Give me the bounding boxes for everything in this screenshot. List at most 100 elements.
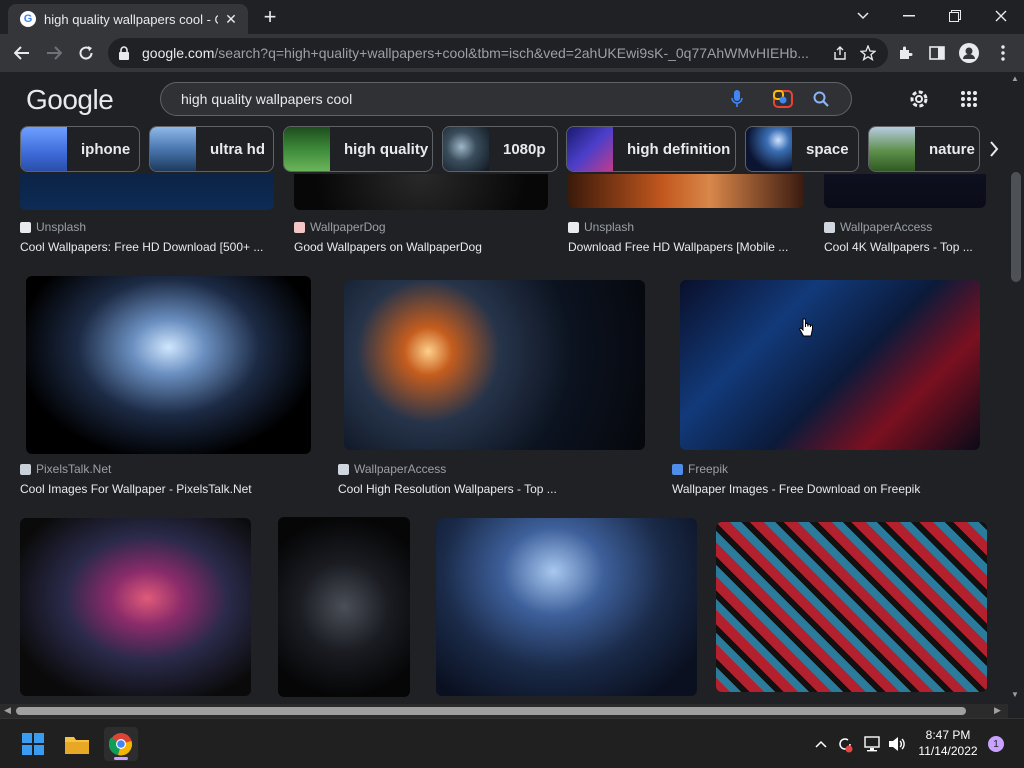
scroll-down-arrow-icon[interactable]: ▼ xyxy=(1011,690,1021,700)
result-image-warrior[interactable] xyxy=(436,518,697,696)
system-clock[interactable]: 8:47 PM 11/14/2022 xyxy=(912,727,984,759)
browser-tab[interactable]: G high quality wallpapers cool - Go ✕ xyxy=(8,4,248,34)
result-source[interactable]: WallpaperAccess xyxy=(824,220,932,234)
search-input[interactable]: high quality wallpapers cool xyxy=(181,91,721,107)
source-name: WallpaperAccess xyxy=(354,462,447,476)
file-explorer-icon[interactable] xyxy=(60,727,94,761)
result-source[interactable]: PixelsTalk.Net xyxy=(20,462,111,476)
network-icon[interactable] xyxy=(862,733,884,755)
vertical-scroll-thumb[interactable] xyxy=(1011,172,1021,282)
clock-time: 8:47 PM xyxy=(925,728,971,742)
browser-menu-icon[interactable] xyxy=(988,38,1018,68)
scroll-up-arrow-icon[interactable]: ▲ xyxy=(1011,74,1021,84)
reload-icon[interactable] xyxy=(70,37,102,69)
source-name: WallpaperDog xyxy=(310,220,386,234)
microphone-icon[interactable] xyxy=(721,83,753,115)
extensions-puzzle-icon[interactable] xyxy=(890,38,920,68)
source-name: Unsplash xyxy=(584,220,635,234)
unsplash-favicon-icon xyxy=(20,221,31,233)
result-title[interactable]: Cool High Resolution Wallpapers - Top ..… xyxy=(338,482,648,496)
result-image-neon-tunnel[interactable] xyxy=(680,280,980,450)
lens-camera-icon[interactable] xyxy=(767,83,799,115)
chip-thumbnail xyxy=(567,127,613,171)
vertical-scrollbar[interactable]: ▲ ▼ xyxy=(1008,72,1024,704)
horizontal-scroll-thumb[interactable] xyxy=(16,707,966,715)
chip-label: space xyxy=(806,140,849,158)
result-title[interactable]: Cool 4K Wallpapers - Top ... xyxy=(824,240,986,254)
result-image[interactable] xyxy=(294,174,548,210)
unsplash-favicon-icon xyxy=(568,221,579,233)
tab-close-icon[interactable]: ✕ xyxy=(222,10,240,28)
result-title[interactable]: Wallpaper Images - Free Download on Free… xyxy=(672,482,982,496)
scroll-right-arrow-icon[interactable]: ▶ xyxy=(994,705,1001,716)
result-title[interactable]: Download Free HD Wallpapers [Mobile ... xyxy=(568,240,808,254)
back-arrow-icon[interactable] xyxy=(6,37,38,69)
wallpaperaccess-favicon-icon xyxy=(824,221,835,233)
chip-space[interactable]: space xyxy=(745,126,859,172)
minimize-icon[interactable] xyxy=(886,2,932,30)
result-image-space-planet[interactable] xyxy=(344,280,645,450)
windows-taskbar: 8:47 PM 11/14/2022 1 xyxy=(0,718,1024,768)
close-window-icon[interactable] xyxy=(978,2,1024,30)
url-text: google.com/search?q=high+quality+wallpap… xyxy=(142,45,826,61)
result-source[interactable]: Freepik xyxy=(672,462,728,476)
restore-icon[interactable] xyxy=(932,2,978,30)
tab-search-chevron-icon[interactable] xyxy=(840,2,886,30)
result-image[interactable] xyxy=(568,174,804,208)
share-icon[interactable] xyxy=(826,39,854,67)
chip-high-quality[interactable]: high quality xyxy=(283,126,433,172)
result-source[interactable]: Unsplash xyxy=(568,220,634,234)
address-bar[interactable]: google.com/search?q=high+quality+wallpap… xyxy=(108,38,888,68)
scroll-left-arrow-icon[interactable]: ◀ xyxy=(4,705,11,716)
chip-1080p[interactable]: 1080p xyxy=(442,126,558,172)
result-source[interactable]: WallpaperAccess xyxy=(338,462,446,476)
hand-cursor-icon xyxy=(798,318,814,340)
result-title[interactable]: Cool Wallpapers: Free HD Download [500+ … xyxy=(20,240,280,254)
search-icon[interactable] xyxy=(805,83,837,115)
chip-thumbnail xyxy=(443,127,489,171)
chrome-taskbar-icon[interactable] xyxy=(104,727,138,761)
lock-icon[interactable] xyxy=(118,46,132,60)
chip-label: high definition xyxy=(627,140,731,158)
google-header: Google high quality wallpapers cool xyxy=(0,72,1008,126)
apps-grid-icon[interactable] xyxy=(954,84,984,114)
chips-next-chevron-icon[interactable] xyxy=(982,134,1006,164)
source-name: PixelsTalk.Net xyxy=(36,462,112,476)
result-image-astronaut[interactable] xyxy=(278,517,410,697)
active-app-indicator xyxy=(114,757,128,760)
result-image-dancer[interactable] xyxy=(20,518,251,696)
side-panel-icon[interactable] xyxy=(922,38,952,68)
result-image-tiger[interactable] xyxy=(26,276,311,454)
bookmark-star-icon[interactable] xyxy=(854,39,882,67)
chip-high-definition[interactable]: high definition xyxy=(566,126,736,172)
chip-nature[interactable]: nature xyxy=(868,126,980,172)
chip-thumbnail xyxy=(869,127,915,171)
windows-start-icon[interactable] xyxy=(16,727,50,761)
result-source[interactable]: Unsplash xyxy=(20,220,86,234)
url-path: /search?q=high+quality+wallpapers+cool&t… xyxy=(214,45,809,61)
clock-date: 11/14/2022 xyxy=(918,744,978,758)
chip-ultra-hd[interactable]: ultra hd xyxy=(149,126,274,172)
new-tab-button[interactable]: + xyxy=(258,6,282,28)
google-favicon-icon: G xyxy=(20,11,36,27)
wallpaperaccess-favicon-icon xyxy=(338,463,349,475)
notification-badge[interactable]: 1 xyxy=(988,736,1004,752)
google-logo[interactable]: Google xyxy=(26,84,114,116)
profile-avatar-icon[interactable] xyxy=(954,38,984,68)
pixelstalk-favicon-icon xyxy=(20,463,31,475)
search-box[interactable]: high quality wallpapers cool xyxy=(160,82,852,116)
result-title[interactable]: Cool Images For Wallpaper - PixelsTalk.N… xyxy=(20,482,320,496)
chip-iphone[interactable]: iphone xyxy=(20,126,140,172)
forward-arrow-icon[interactable] xyxy=(38,37,70,69)
result-image-doodle[interactable] xyxy=(716,522,987,692)
horizontal-scrollbar[interactable]: ◀ ▶ xyxy=(0,704,1008,718)
settings-gear-icon[interactable] xyxy=(904,84,934,114)
chip-label: nature xyxy=(929,140,975,158)
volume-icon[interactable] xyxy=(886,733,908,755)
result-image[interactable] xyxy=(20,174,274,210)
sync-status-icon[interactable] xyxy=(834,733,856,755)
result-source[interactable]: WallpaperDog xyxy=(294,220,386,234)
result-image[interactable] xyxy=(824,174,986,208)
show-hidden-icons-chevron-icon[interactable] xyxy=(810,733,832,755)
result-title[interactable]: Good Wallpapers on WallpaperDog xyxy=(294,240,554,254)
